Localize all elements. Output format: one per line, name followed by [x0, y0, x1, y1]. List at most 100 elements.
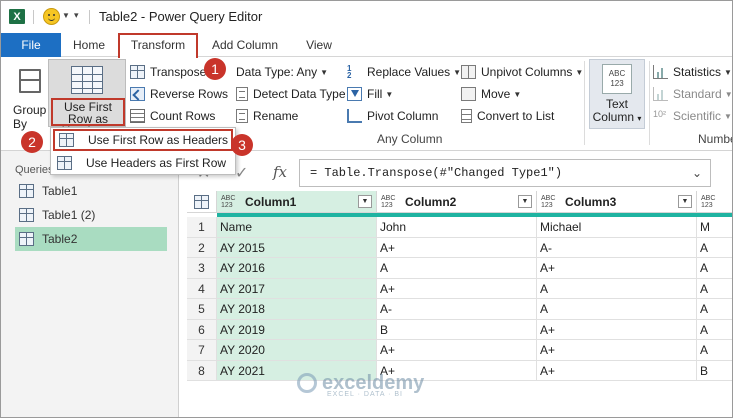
menu-item-use-headers-as-first-row[interactable]: Use Headers as First Row	[53, 152, 233, 174]
table-cell[interactable]: A	[697, 238, 732, 258]
table-cell[interactable]: AY 2020	[217, 340, 377, 361]
pivot-column-button[interactable]: Pivot Column	[347, 106, 438, 126]
use-first-row-label: Use First Row as Headers ▾	[51, 98, 125, 137]
text-column-icon: ABC 123	[602, 64, 632, 94]
row-number[interactable]: 5	[187, 299, 217, 320]
convert-to-list-button[interactable]: Convert to List	[461, 106, 554, 126]
row-number[interactable]: 6	[187, 319, 217, 340]
tab-view[interactable]: View	[299, 33, 339, 57]
watermark-subtext: EXCEL · DATA · BI	[327, 391, 403, 398]
tab-file[interactable]: File	[1, 33, 61, 57]
standard-dropdown[interactable]: Standard ▼	[653, 84, 732, 104]
column-header[interactable]: ABC 123 Column3 ▼	[537, 191, 697, 213]
text-column-dropdown[interactable]: ABC 123 Text Column ▾	[589, 59, 645, 129]
table-cell[interactable]: A-	[537, 237, 697, 258]
table-cell[interactable]: A	[537, 278, 697, 299]
type-any-icon[interactable]: ABC 123	[541, 195, 561, 209]
table-cell[interactable]: A	[697, 320, 732, 340]
table-cell[interactable]: A+	[377, 237, 537, 258]
table-cell[interactable]: AY 2019	[217, 319, 377, 340]
tab-add-column[interactable]: Add Column	[206, 33, 284, 57]
type-any-icon[interactable]: ABC 123	[221, 195, 241, 209]
pivot-icon	[347, 109, 362, 123]
reverse-rows-button[interactable]: Reverse Rows	[130, 84, 228, 104]
table-cell[interactable]: AY 2017	[217, 278, 377, 299]
table-row: 4 AY 2017 A+ A A	[187, 278, 732, 299]
table-menu-icon[interactable]	[187, 191, 217, 213]
use-first-row-as-headers-button[interactable]: Use First Row as Headers ▾	[48, 59, 126, 137]
table-cell[interactable]: M	[697, 217, 732, 238]
table-cell[interactable]: Michael	[537, 217, 697, 238]
table-cell[interactable]: B	[377, 319, 537, 340]
filter-dropdown-icon[interactable]: ▼	[358, 195, 372, 208]
fx-icon[interactable]: fx	[273, 163, 287, 181]
table-cell[interactable]: A+	[537, 340, 697, 361]
smiley-feedback-icon[interactable]	[43, 8, 60, 25]
column-header[interactable]: ABC 123 Column2 ▼	[377, 191, 537, 213]
table-cell[interactable]: John	[377, 217, 537, 238]
move-icon	[461, 87, 476, 101]
row-number[interactable]: 2	[187, 237, 217, 258]
detect-data-type-button[interactable]: Detect Data Type	[236, 84, 346, 104]
menu-item-use-first-row-as-headers[interactable]: Use First Row as Headers	[53, 129, 233, 151]
customize-quick-access-icon[interactable]: ▾	[74, 10, 79, 21]
row-number[interactable]: 3	[187, 258, 217, 279]
statistics-dropdown[interactable]: Statistics ▼	[653, 62, 732, 82]
column-header[interactable]: ABC 123 Column1 ▼	[217, 191, 377, 213]
table-cell[interactable]: A	[697, 258, 732, 279]
fill-icon	[347, 87, 362, 101]
data-type-dropdown[interactable]: Data Type: Any ▼	[236, 62, 328, 82]
table-cell[interactable]: AY 2016	[217, 258, 377, 279]
filter-dropdown-icon[interactable]: ▼	[518, 195, 532, 208]
filter-dropdown-icon[interactable]: ▼	[678, 195, 692, 208]
chevron-down-icon[interactable]: ⌄	[692, 160, 702, 186]
use-first-row-menu: Use First Row as Headers Use Headers as …	[50, 127, 236, 175]
excel-icon[interactable]: X	[9, 9, 25, 24]
table-cell[interactable]: A	[697, 340, 732, 361]
table-cell[interactable]: AY 2015	[217, 237, 377, 258]
unpivot-columns-dropdown[interactable]: Unpivot Columns ▼	[461, 62, 583, 82]
table-cell[interactable]: A	[697, 299, 732, 320]
scientific-dropdown[interactable]: 10² Scientific ▼	[653, 106, 732, 126]
tab-home[interactable]: Home	[69, 33, 109, 57]
table-cell[interactable]: A+	[537, 360, 697, 381]
type-any-icon[interactable]: ABC 123	[381, 195, 401, 209]
chevron-down-icon[interactable]: ▼	[62, 11, 70, 20]
group-by-button[interactable]: Group By	[13, 67, 47, 137]
table-icon	[59, 133, 74, 147]
confirm-icon[interactable]: ✓	[235, 163, 248, 183]
move-dropdown[interactable]: Move ▼	[461, 84, 521, 104]
formula-bar[interactable]: = Table.Transpose(#"Changed Type1") ⌄	[299, 159, 711, 187]
table-cell[interactable]: A+	[377, 340, 537, 361]
column-header-label: Column2	[405, 194, 457, 209]
transpose-button[interactable]: Transpose	[130, 62, 206, 82]
query-item[interactable]: Table1 (2)	[15, 203, 167, 227]
table-cell[interactable]: A+	[537, 319, 697, 340]
table-cell[interactable]: A	[377, 258, 537, 279]
chevron-down-icon: ▼	[575, 67, 584, 77]
row-number[interactable]: 8	[187, 360, 217, 381]
chevron-down-icon: ▼	[724, 111, 732, 121]
column-header[interactable]: ABC 123	[697, 191, 732, 213]
ribbon-tabs: File Home Transform Add Column View	[1, 33, 732, 58]
table-cell[interactable]: A+	[377, 278, 537, 299]
fill-dropdown[interactable]: Fill ▼	[347, 84, 393, 104]
tab-transform[interactable]: Transform	[118, 33, 198, 58]
replace-values-button[interactable]: 1 2 Replace Values ▼	[347, 62, 461, 82]
row-number[interactable]: 1	[187, 217, 217, 238]
table-cell[interactable]: A	[537, 299, 697, 320]
table-cell[interactable]: B	[697, 361, 732, 381]
row-number[interactable]: 4	[187, 278, 217, 299]
table-cell[interactable]: A-	[377, 299, 537, 320]
query-item[interactable]: Table1	[15, 179, 167, 203]
query-item-active[interactable]: Table2	[15, 227, 167, 251]
watermark-text: exceldemy	[322, 372, 425, 394]
row-number[interactable]: 7	[187, 340, 217, 361]
table-cell[interactable]: Name	[217, 217, 377, 238]
table-cell[interactable]: A	[697, 279, 732, 299]
table-cell[interactable]: AY 2018	[217, 299, 377, 320]
count-rows-button[interactable]: Count Rows	[130, 106, 215, 126]
rename-button[interactable]: Rename	[236, 106, 298, 126]
type-any-icon[interactable]: ABC 123	[701, 195, 721, 209]
table-cell[interactable]: A+	[537, 258, 697, 279]
